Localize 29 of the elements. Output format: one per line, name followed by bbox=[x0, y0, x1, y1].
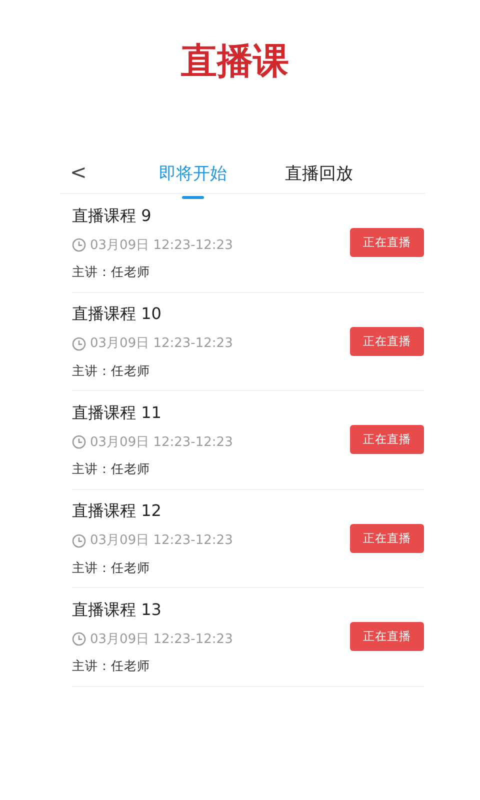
teacher-label: 主讲：任老师 bbox=[72, 657, 151, 676]
course-title: 直播课程 9 bbox=[72, 204, 152, 227]
course-time: 03月09日 12:23-12:23 bbox=[90, 236, 233, 255]
tab[interactable]: 直播回放 bbox=[284, 162, 353, 200]
live-button[interactable]: 正在直播 bbox=[350, 425, 424, 454]
live-button[interactable]: 正在直播 bbox=[350, 524, 424, 553]
live-button[interactable]: 正在直播 bbox=[350, 622, 424, 652]
clock-icon bbox=[72, 632, 86, 646]
teacher-label: 主讲：任老师 bbox=[72, 263, 151, 282]
clock-icon bbox=[72, 534, 86, 548]
teacher-label: 主讲：任老师 bbox=[72, 460, 151, 478]
page-title: 直播课 bbox=[181, 42, 289, 84]
live-button[interactable]: 正在直播 bbox=[350, 228, 424, 258]
course-time: 03月09日 12:23-12:23 bbox=[90, 335, 233, 354]
clock-icon bbox=[72, 336, 86, 351]
course-time: 03月09日 12:23-12:23 bbox=[90, 434, 233, 452]
teacher-label: 主讲：任老师 bbox=[72, 558, 151, 577]
back-button[interactable]: < bbox=[60, 162, 97, 182]
course-title: 直播课程 13 bbox=[72, 598, 162, 621]
clock-icon bbox=[72, 238, 86, 252]
course-title: 直播课程 12 bbox=[72, 500, 162, 522]
tab[interactable]: 即将开始 bbox=[158, 162, 227, 200]
clock-icon bbox=[72, 435, 86, 450]
course-time: 03月09日 12:23-12:23 bbox=[90, 630, 233, 649]
course-title: 直播课程 10 bbox=[72, 303, 162, 326]
live-button[interactable]: 正在直播 bbox=[350, 326, 424, 356]
teacher-label: 主讲：任老师 bbox=[72, 362, 151, 380]
course-title: 直播课程 11 bbox=[72, 402, 162, 424]
course-time: 03月09日 12:23-12:23 bbox=[90, 532, 233, 550]
